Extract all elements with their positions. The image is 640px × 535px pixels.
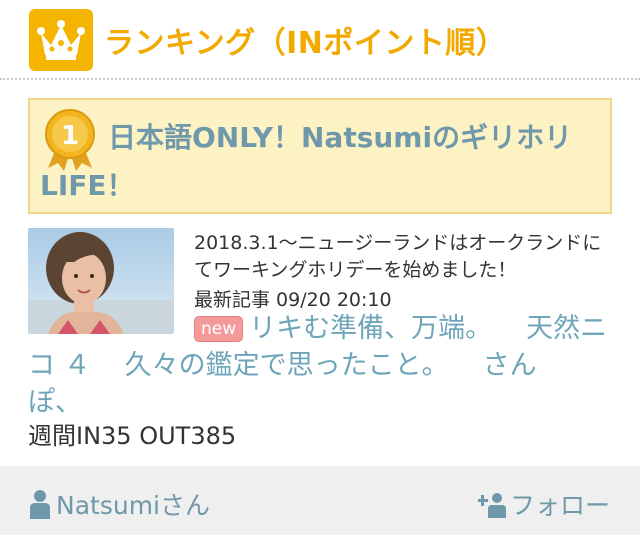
blog-description: 2018.3.1〜ニュージーランドはオークランドにてワーキングホリデーを始めまし… [194,232,602,281]
user-link[interactable]: Natsumiさん [30,486,210,522]
new-badge: new [194,316,244,342]
user-icon [30,490,50,519]
article-link[interactable]: リキむ準備、万端。 [249,313,492,344]
crown-icon [29,9,93,71]
ranking-header: ランキング（INポイント順） [0,0,640,80]
user-name: Natsumiさん [56,491,210,520]
follow-label: フォロー [509,491,610,520]
latest-post-time: 最新記事 09/20 20:10 [194,289,392,311]
article-link[interactable]: 久々の鑑定で思ったこと。 [125,350,449,381]
weekly-stats: 週間IN35 OUT385 [28,422,237,450]
page-title: ランキング（INポイント順） [104,26,507,61]
follow-button[interactable]: フォロー [476,486,610,522]
add-user-icon [476,493,506,518]
ranking-title-box[interactable]: 1 日本語ONLY！NatsumiのギリホリLIFE！ [28,98,612,214]
latest-articles: new リキむ準備、万端。 天然ニコ ４ 久々の鑑定で思ったこと。 さんぽ、 [28,310,612,421]
entry-footer: Natsumiさん フォロー [0,466,640,535]
blog-title-link[interactable]: 日本語ONLY！NatsumiのギリホリLIFE！ [40,114,602,210]
